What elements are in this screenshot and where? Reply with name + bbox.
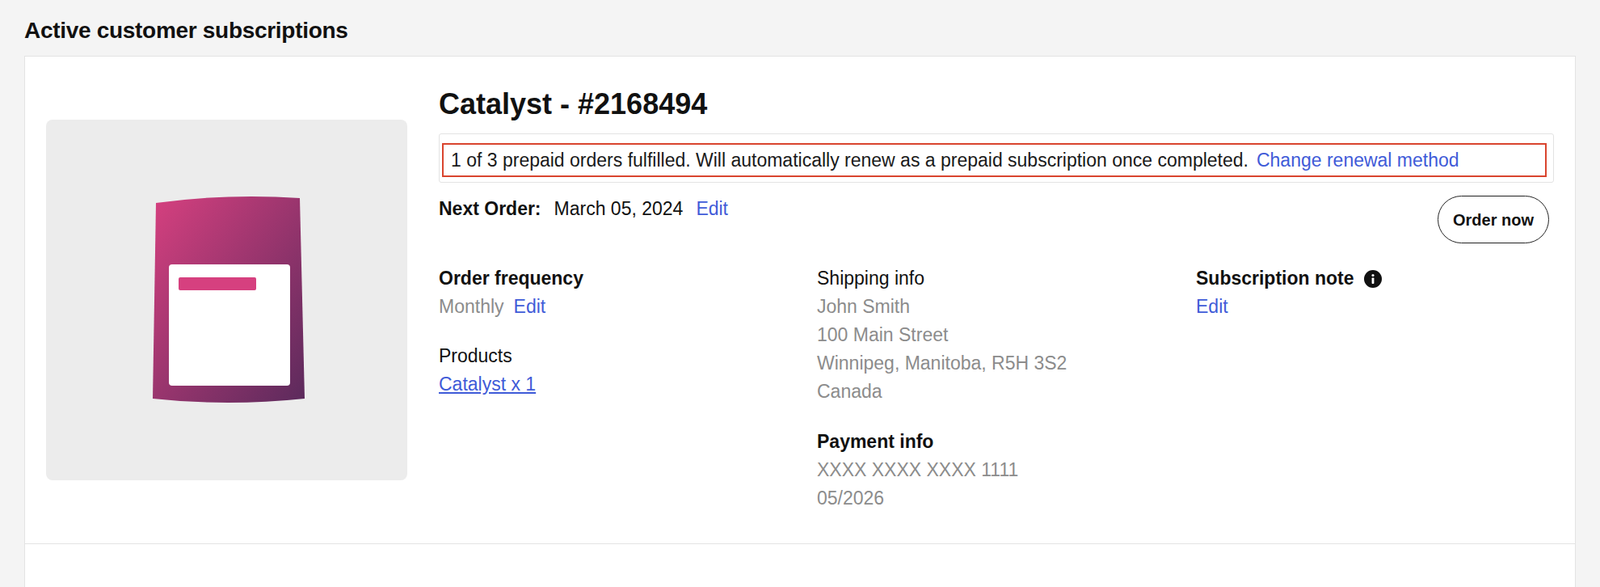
- shipping-line: John Smith: [816, 292, 1196, 321]
- payment-line: XXXX XXXX XXXX 1111: [816, 455, 1196, 485]
- products-label: Products: [438, 341, 817, 371]
- page-title: Active customer subscriptions: [24, 16, 1576, 46]
- subscription-details: Catalyst - #2168494 1 of 3 prepaid orders…: [438, 86, 1554, 513]
- order-frequency-edit[interactable]: Edit: [513, 292, 547, 321]
- prepaid-notice: 1 of 3 prepaid orders fulfilled. Will au…: [442, 143, 1547, 177]
- column-frequency: Order frequencyMonthly Edit ProductsCataly…: [438, 264, 817, 513]
- subscription-note-edit[interactable]: Edit: [1195, 292, 1554, 321]
- shipping-line: Winnipeg, Manitoba, R5H 3S2: [816, 349, 1196, 378]
- info-icon[interactable]: [1364, 269, 1382, 288]
- shipping-line: Canada: [816, 377, 1196, 406]
- order-frequency-value: Monthly: [438, 292, 505, 321]
- product-image: [46, 119, 408, 480]
- notice-text: 1 of 3 prepaid orders fulfilled. Will au…: [450, 149, 1249, 171]
- column-note: Subscription noteEdit: [1195, 264, 1554, 513]
- subscription-title: Catalyst - #2168494: [438, 86, 1554, 123]
- product-link[interactable]: Catalyst x 1: [438, 370, 817, 399]
- subscription-note-label: Subscription note: [1195, 264, 1355, 293]
- subscription-card: Catalyst - #2168494 1 of 3 prepaid orders…: [24, 55, 1576, 587]
- notice-box: 1 of 3 prepaid orders fulfilled. Will au…: [438, 133, 1554, 183]
- order-now-button[interactable]: Order now: [1437, 195, 1550, 244]
- column-shipping: Shipping infoJohn Smith100 Main StreetWi…: [816, 264, 1196, 513]
- payment-label: Payment info: [816, 427, 1196, 456]
- product-bag-icon: [146, 186, 308, 413]
- shipping-label: Shipping info: [816, 264, 1196, 293]
- shipping-line: 100 Main Street: [816, 320, 1196, 350]
- next-order: Next Order: March 05, 2024 Edit: [438, 194, 729, 224]
- next-order-edit[interactable]: Edit: [695, 194, 729, 224]
- subscriptions-page: Active customer subscriptions Catalyst - …: [0, 0, 1600, 587]
- change-renewal-link[interactable]: Change renewal method: [1256, 149, 1460, 171]
- payment-line: 05/2026: [816, 484, 1196, 513]
- next-order-date: March 05, 2024: [554, 194, 684, 224]
- next-order-label: Next Order:: [438, 194, 542, 224]
- order-frequency-label: Order frequency: [438, 264, 817, 293]
